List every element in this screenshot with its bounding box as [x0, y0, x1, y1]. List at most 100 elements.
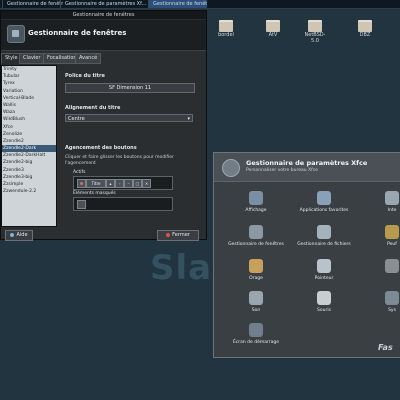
settings-item-label: Écran de démarrage	[232, 340, 280, 345]
window-titlebar[interactable]: Gestionnaire de fenêtres	[1, 11, 206, 19]
settings-item[interactable]: Affichage	[226, 191, 286, 213]
active-buttons-label: Actifs	[73, 170, 86, 175]
theme-list-item[interactable]: Zenolize	[2, 131, 56, 138]
settings-item[interactable]: Applications favorites	[294, 191, 354, 213]
maximize-button-icon[interactable]: □	[133, 179, 142, 188]
title-font-button[interactable]: SF Dimension 11	[65, 83, 195, 93]
settings-item[interactable]: Gestionnaire de fenêtres	[226, 225, 286, 247]
help-button[interactable]: Aide	[5, 230, 33, 241]
settings-item-label: Inte	[387, 208, 397, 213]
theme-list-item[interactable]: Variation	[2, 88, 56, 95]
desktop-icon-label: bordel	[218, 32, 234, 38]
settings-item[interactable]: Souris	[294, 291, 354, 313]
hidden-button-icon[interactable]	[77, 200, 86, 209]
theme-list-item[interactable]: Xfce	[2, 124, 56, 131]
stick-button-icon[interactable]: ◦	[115, 179, 124, 188]
theme-list-item[interactable]: Tyrex	[2, 80, 56, 87]
taskbar-item-wm-active[interactable]: Gestionnaire de fenêtres	[148, 0, 207, 8]
desktop-icon-label: NetBSD-5.0	[304, 32, 326, 44]
taskbar-item-settings[interactable]: Gestionnaire de paramètres Xf...	[60, 0, 149, 8]
desktop-icon-dbz[interactable]: DBZ	[352, 20, 378, 38]
desktop-icon-netbsd[interactable]: NetBSD-5.0	[302, 20, 328, 44]
theme-list-item[interactable]: Zzwendule-2.2	[2, 188, 56, 195]
settings-subtitle: Personnaliser votre bureau Xfce	[246, 168, 318, 173]
settings-manager-icon	[222, 159, 240, 177]
settings-item[interactable]: Pointeur	[294, 259, 354, 281]
help-button-label: Aide	[16, 232, 28, 238]
title-alignment-label: Alignement du titre	[65, 105, 121, 111]
settings-item[interactable]: Écran de démarrage	[226, 323, 286, 345]
pointer-icon	[317, 259, 331, 273]
panel-icon	[385, 225, 399, 239]
settings-item-label: Pointeur	[314, 276, 334, 281]
theme-list-item[interactable]: Tubular	[2, 73, 56, 80]
close-button-label: Fermer	[172, 232, 190, 238]
settings-item-label: Applications favorites	[299, 208, 349, 213]
settings-item[interactable]: Son	[226, 291, 286, 313]
settings-item-label: Son	[251, 308, 261, 313]
settings-item[interactable]: Gestionnaire de fichiers	[294, 225, 354, 247]
theme-list-item[interactable]: Zzendle3	[2, 167, 56, 174]
help-icon	[10, 232, 15, 237]
wm-settings-window: Gestionnaire de fenêtres Gestionnaire de…	[0, 10, 207, 241]
theme-list-item[interactable]: Zzendle2-Dark	[2, 145, 56, 153]
close-button-icon[interactable]: ×	[142, 179, 151, 188]
theme-list-item[interactable]: Vertical-Blade	[2, 95, 56, 102]
taskbar: Gestionnaire de fenêtres Gestionnaire de…	[0, 0, 400, 9]
shade-button-icon[interactable]: ▴	[106, 179, 115, 188]
folder-icon	[308, 20, 322, 32]
tab-keyboard[interactable]: Clavier	[19, 53, 45, 64]
settings-item[interactable]: Peuf	[362, 225, 400, 247]
desktop-icon-atv[interactable]: AtV	[260, 20, 286, 38]
theme-list-item[interactable]: Zzsimple	[2, 181, 56, 188]
theme-list-item[interactable]: Waza	[2, 109, 56, 116]
desktop-icon-label: DBZ	[359, 32, 371, 38]
favorites-icon	[317, 191, 331, 205]
theme-list-item[interactable]: Wallis	[2, 102, 56, 109]
button-layout-label: Agencement des boutons	[65, 145, 137, 151]
menu-button-icon[interactable]	[77, 179, 86, 188]
close-button[interactable]: Fermer	[157, 230, 199, 241]
settings-item[interactable]: Orage	[226, 259, 286, 281]
theme-list-item[interactable]: Trinity	[2, 66, 56, 73]
active-buttons-area: Titre ▴ ◦ – □ ×	[73, 176, 173, 190]
minimize-button-icon[interactable]: –	[124, 179, 133, 188]
splash-icon	[249, 323, 263, 337]
folder-icon	[219, 20, 233, 32]
settings-item[interactable]: Inte	[362, 191, 400, 213]
button-layout-help: Cliquer et faire glisser les boutons pou…	[65, 155, 174, 166]
tab-advanced[interactable]: Avancé	[75, 53, 102, 64]
window-manager-icon	[249, 225, 263, 239]
title-alignment-value: Centre	[68, 116, 85, 122]
theme-list-item[interactable]: WildBlush	[2, 116, 56, 123]
settings-item-label: Affichage	[245, 208, 267, 213]
settings-grid: Affichage Applications favorites Inte Gesti…	[214, 183, 400, 357]
window-manager-icon	[7, 25, 25, 43]
desktop-icon-label: AtV	[268, 32, 278, 38]
file-manager-icon	[317, 225, 331, 239]
title-slot[interactable]: Titre	[86, 179, 106, 188]
settings-item-label: Gestionnaire de fenêtres	[228, 242, 284, 247]
theme-list-item[interactable]: Zzendle2	[2, 138, 56, 145]
sound-icon	[249, 291, 263, 305]
mouse-icon	[317, 291, 331, 305]
dialog-header: Gestionnaire de fenêtres	[1, 20, 206, 51]
chevron-down-icon: ▾	[187, 116, 190, 122]
theme-list-item[interactable]: Zzendle3-big	[2, 174, 56, 181]
title-alignment-select[interactable]: Centre ▾	[65, 114, 193, 122]
corner-text: Fas	[378, 343, 393, 352]
settings-item-label: Sys	[388, 308, 396, 313]
system-icon	[385, 291, 399, 305]
hidden-buttons-label: Éléments masqués	[73, 191, 116, 196]
style-options: Police du titre SF Dimension 11 Aligneme…	[59, 67, 202, 227]
settings-item-label: Souris	[317, 308, 331, 313]
settings-item-label: Orage	[249, 276, 263, 281]
interface-icon	[385, 191, 399, 205]
settings-item[interactable]	[362, 259, 400, 276]
desktop-icon-bordel[interactable]: bordel	[213, 20, 239, 38]
theme-list-item[interactable]: Zzendle2-DarkHalt	[2, 152, 56, 159]
settings-item[interactable]: Sys	[362, 291, 400, 313]
theme-list[interactable]: Trinity Tubular Tyrex Variation Vertical-Bla…	[1, 65, 57, 227]
theme-list-item[interactable]: Zzendle2-big	[2, 159, 56, 166]
taskbar-item-wm[interactable]: Gestionnaire de fenêtres	[2, 0, 63, 8]
